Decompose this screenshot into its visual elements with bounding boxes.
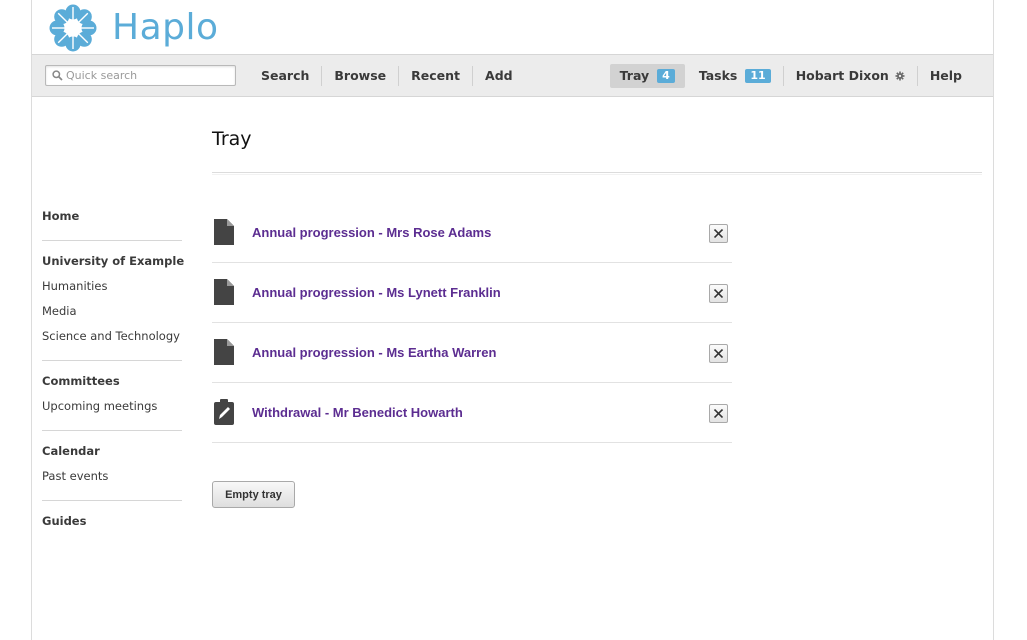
sidebar-item-university[interactable]: University of Example: [42, 249, 184, 274]
nav-tray[interactable]: Tray 4: [609, 63, 685, 88]
nav-user[interactable]: Hobart Dixon: [784, 65, 918, 87]
document-icon: [214, 279, 234, 309]
nav-browse[interactable]: Browse: [322, 65, 400, 86]
sidebar-group-calendar: Calendar Past events: [42, 431, 182, 501]
sidebar-item-past-events[interactable]: Past events: [42, 464, 182, 489]
sidebar-item-home[interactable]: Home: [42, 204, 182, 229]
toolbar: Search Browse Recent Add Tray 4 Tasks 11 H…: [32, 54, 993, 97]
sidebar-group-committees: Committees Upcoming meetings: [42, 361, 182, 431]
list-item: Annual progression - Ms Eartha Warren: [212, 323, 732, 383]
page-frame: Haplo Search Browse Recent Add Tray 4 Tas…: [31, 0, 994, 640]
tray-item-link[interactable]: Annual progression - Ms Eartha Warren: [252, 345, 496, 360]
logo-text: Haplo: [112, 7, 219, 48]
list-item: Annual progression - Mrs Rose Adams: [212, 203, 732, 263]
list-item: Withdrawal - Mr Benedict Howarth: [212, 383, 732, 443]
nav-tray-label: Tray: [619, 67, 650, 83]
nav-recent[interactable]: Recent: [399, 65, 474, 86]
user-nav: Tray 4 Tasks 11 Hobart Dixon Help: [609, 55, 974, 96]
sidebar-item-guides[interactable]: Guides: [42, 509, 182, 534]
remove-item-button[interactable]: [709, 284, 728, 303]
sidebar-item-upcoming-meetings[interactable]: Upcoming meetings: [42, 394, 182, 419]
list-item: Annual progression - Ms Lynett Franklin: [212, 263, 732, 323]
logo[interactable]: Haplo: [48, 4, 219, 52]
tray-item-link[interactable]: Withdrawal - Mr Benedict Howarth: [252, 405, 463, 420]
sidebar-item-media[interactable]: Media: [42, 299, 182, 324]
close-icon: [714, 349, 723, 358]
quick-search[interactable]: [45, 65, 236, 86]
title-divider: [212, 172, 982, 173]
sidebar-group-university: University of Example Humanities Media S…: [42, 241, 184, 361]
document-icon: [214, 219, 234, 249]
nav-tasks-label: Tasks: [698, 67, 738, 83]
gear-icon: [895, 67, 905, 87]
flower-logo-icon: [48, 3, 98, 53]
user-name: Hobart Dixon: [795, 67, 889, 83]
close-icon: [714, 289, 723, 298]
nav-search[interactable]: Search: [249, 65, 323, 86]
sidebar-group-home: Home: [42, 196, 182, 241]
remove-item-button[interactable]: [709, 344, 728, 363]
sidebar-group-guides: Guides: [42, 501, 182, 545]
tray-item-link[interactable]: Annual progression - Ms Lynett Franklin: [252, 285, 501, 300]
sidebar: Home University of Example Humanities Me…: [42, 196, 184, 545]
search-icon: [50, 69, 64, 83]
tray-list: Annual progression - Mrs Rose Adams Annu…: [212, 203, 732, 443]
close-icon: [714, 229, 723, 238]
tray-item-link[interactable]: Annual progression - Mrs Rose Adams: [252, 225, 491, 240]
nav-help[interactable]: Help: [918, 66, 974, 86]
document-icon: [214, 339, 234, 369]
main-nav: Search Browse Recent Add: [249, 55, 525, 96]
sidebar-item-humanities[interactable]: Humanities: [42, 274, 182, 299]
nav-tasks[interactable]: Tasks 11: [687, 65, 784, 86]
quick-search-input[interactable]: [64, 67, 231, 84]
nav-add[interactable]: Add: [473, 66, 525, 86]
close-icon: [714, 409, 723, 418]
remove-item-button[interactable]: [709, 224, 728, 243]
sidebar-item-calendar[interactable]: Calendar: [42, 439, 182, 464]
tasks-count-badge: 11: [745, 68, 771, 83]
tray-count-badge: 4: [657, 68, 675, 83]
sidebar-item-science-technology[interactable]: Science and Technology: [42, 324, 182, 349]
empty-tray-button[interactable]: Empty tray: [212, 481, 295, 508]
page-title: Tray: [212, 128, 252, 150]
remove-item-button[interactable]: [709, 404, 728, 423]
sidebar-item-committees[interactable]: Committees: [42, 369, 182, 394]
clipboard-pencil-icon: [214, 399, 234, 429]
